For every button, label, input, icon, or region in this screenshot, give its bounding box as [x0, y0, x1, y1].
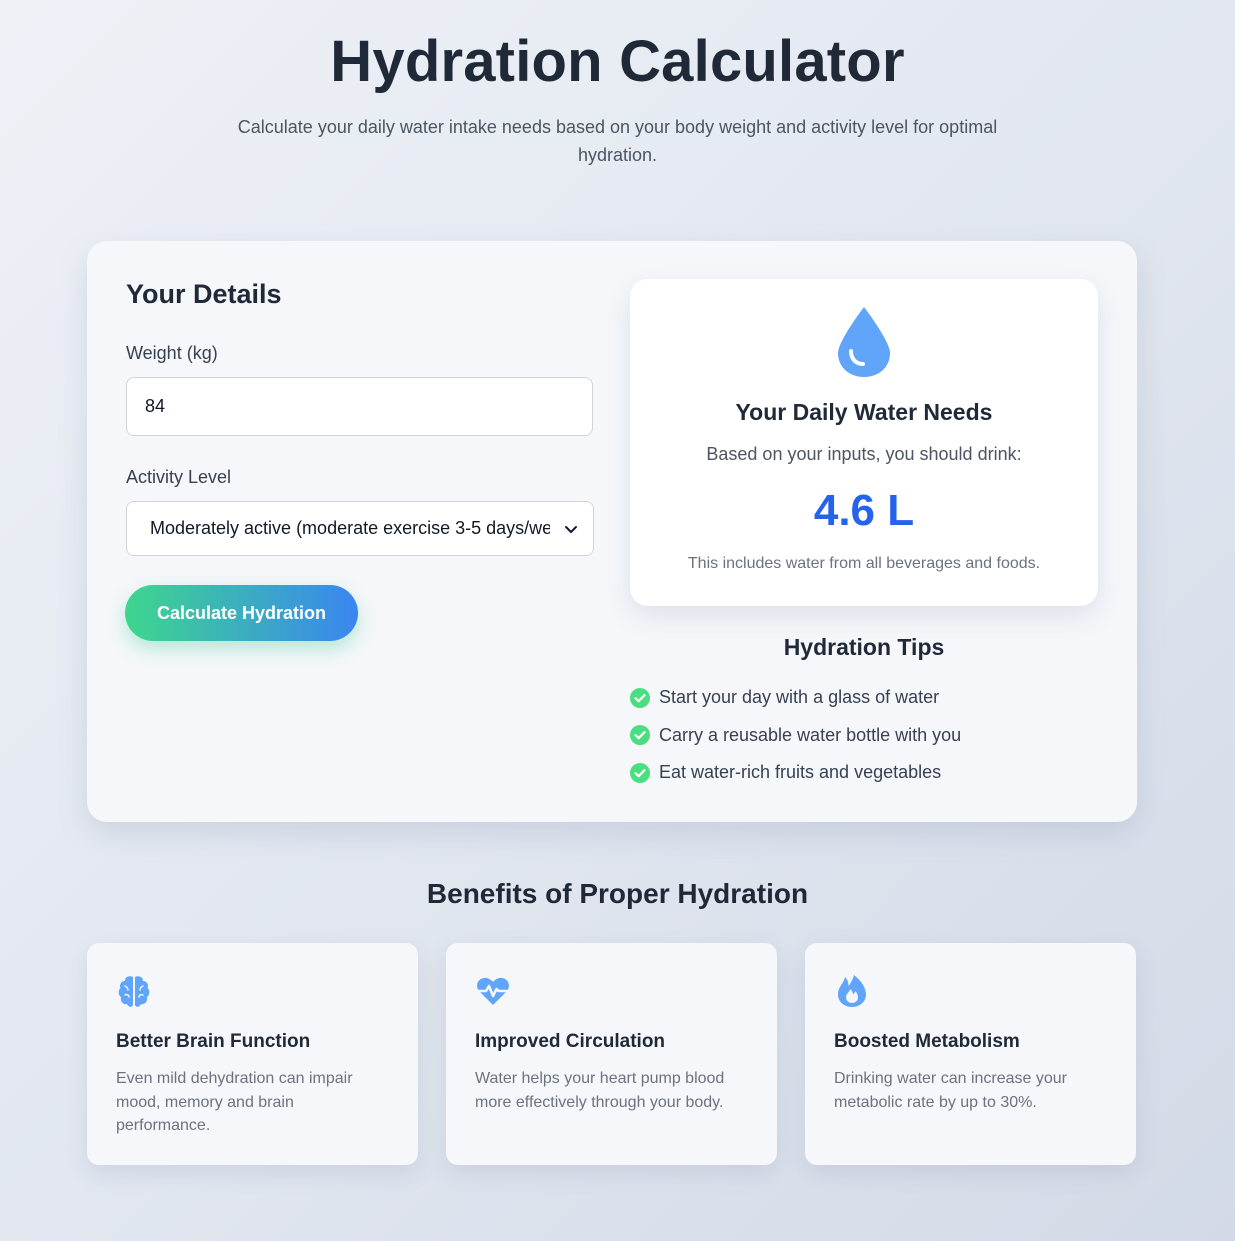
benefit-title: Boosted Metabolism — [834, 1031, 1020, 1052]
page-title: Hydration Calculator — [330, 29, 905, 94]
check-circle-icon — [630, 687, 650, 708]
details-form: Your Details Weight (kg) 84 Activity Lev… — [125, 279, 594, 641]
calculate-button[interactable]: Calculate Hydration — [125, 585, 358, 641]
benefit-card: Better Brain Function Even mild dehydrat… — [87, 943, 418, 1165]
result-subtitle: Based on your inputs, you should drink: — [706, 444, 1022, 464]
heart-pulse-icon — [475, 977, 511, 1005]
benefit-text: Even mild dehydration can impair mood, m… — [116, 1070, 353, 1134]
weight-label: Weight (kg) — [126, 343, 218, 363]
benefit-title: Better Brain Function — [116, 1031, 311, 1052]
tip-item: Start your day with a glass of water — [630, 679, 1098, 717]
tip-item: Carry a reusable water bottle with you — [630, 717, 1098, 755]
activity-select-value: Moderately active (moderate exercise 3-5… — [150, 518, 550, 538]
benefit-title: Improved Circulation — [475, 1031, 666, 1052]
weight-input[interactable]: 84 — [126, 377, 593, 436]
chevron-down-icon — [565, 525, 577, 533]
tip-item: Eat water-rich fruits and vegetables — [630, 754, 1098, 792]
hydration-tips: Hydration Tips Start your day with a gla… — [630, 634, 1098, 792]
page-subtitle: Calculate your daily water intake needs … — [237, 117, 998, 165]
page-header: Hydration Calculator Calculate your dail… — [0, 28, 1235, 169]
tip-text: Start your day with a glass of water — [659, 687, 940, 708]
tip-text: Eat water-rich fruits and vegetables — [659, 762, 942, 783]
brain-icon — [118, 976, 150, 1007]
benefit-card: Boosted Metabolism Drinking water can in… — [805, 943, 1136, 1165]
weight-input-value: 84 — [145, 396, 166, 416]
result-value: 4.6 L — [813, 486, 915, 535]
details-heading: Your Details — [126, 279, 282, 309]
tips-heading: Hydration Tips — [783, 634, 945, 660]
activity-select[interactable]: Moderately active (moderate exercise 3-5… — [126, 501, 594, 556]
check-circle-icon — [630, 762, 650, 783]
fire-icon — [838, 975, 866, 1007]
calculator-card: Your Details Weight (kg) 84 Activity Lev… — [87, 241, 1137, 822]
activity-label: Activity Level — [126, 467, 232, 487]
check-circle-icon — [630, 725, 650, 746]
benefit-card: Improved Circulation Water helps your he… — [446, 943, 777, 1165]
benefits-heading: Benefits of Proper Hydration — [426, 878, 809, 909]
water-drop-icon — [838, 307, 890, 377]
result-note: This includes water from all beverages a… — [687, 555, 1041, 572]
benefit-text: Drinking water can increase your metabol… — [834, 1070, 1067, 1111]
tip-text: Carry a reusable water bottle with you — [659, 724, 962, 745]
result-panel: Your Daily Water Needs Based on your inp… — [630, 279, 1098, 606]
result-title: Your Daily Water Needs — [735, 399, 993, 425]
benefit-text: Water helps your heart pump blood more e… — [475, 1070, 725, 1111]
tips-list: Start your day with a glass of water Car… — [630, 679, 1098, 792]
